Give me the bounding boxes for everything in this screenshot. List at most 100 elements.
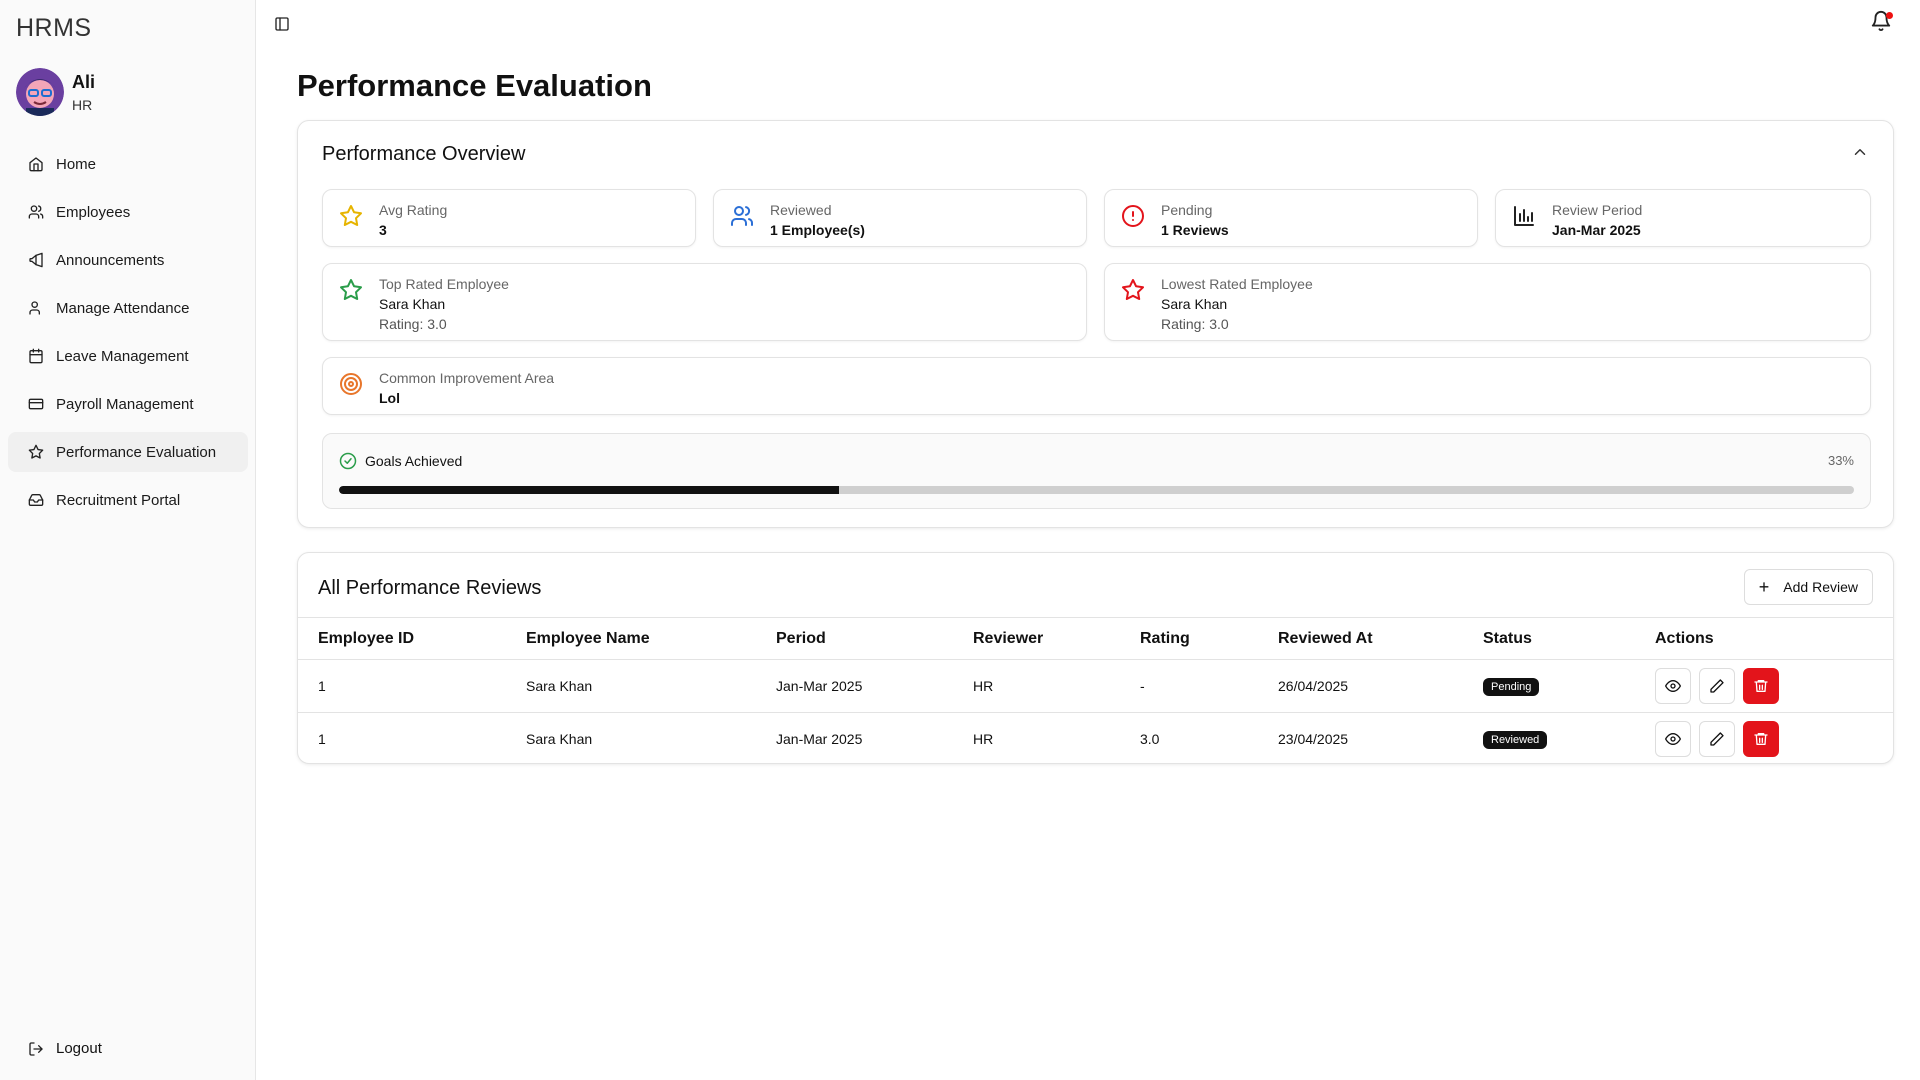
sidebar-item-manage-attendance[interactable]: Manage Attendance xyxy=(8,288,248,328)
rating-cell: - xyxy=(1120,659,1258,713)
rating-cell: 3.0 xyxy=(1140,731,1160,748)
star-icon xyxy=(339,204,363,228)
calendar-icon xyxy=(29,348,43,364)
column-header[interactable]: Period xyxy=(756,617,953,660)
reviews-title: All Performance Reviews xyxy=(318,577,542,599)
star-icon xyxy=(28,444,44,459)
stat-label: Reviewed xyxy=(770,202,832,218)
logout-label: Logout xyxy=(56,1040,102,1057)
reviewed-at-cell: 26/04/2025 xyxy=(1258,659,1463,713)
reviewer-cell: HR xyxy=(973,731,994,748)
sidebar-item-label: Payroll Management xyxy=(56,395,194,413)
review-period-stat: Review Period Jan-Mar 2025 xyxy=(1495,189,1871,247)
sidebar-item-label: Recruitment Portal xyxy=(56,491,181,509)
logout-icon xyxy=(29,1041,43,1056)
sidebar-item-label: Home xyxy=(56,155,97,173)
user-profile[interactable]: Ali HR xyxy=(16,68,95,116)
stat-label: Avg Rating xyxy=(379,202,448,218)
goals-label: Goals Achieved xyxy=(365,453,463,469)
panel-left-icon xyxy=(275,17,289,31)
sidebar-item-label: Performance Evaluation xyxy=(56,443,217,461)
edit-button[interactable] xyxy=(1699,721,1735,758)
stat-label: Pending xyxy=(1161,202,1213,218)
stat-label: Review Period xyxy=(1552,202,1643,218)
stat-label: Top Rated Employee xyxy=(379,276,509,292)
top-rated-employee-stat: Top Rated Employee Sara Khan Rating: 3.0 xyxy=(322,263,1087,341)
column-header[interactable]: Reviewer xyxy=(953,617,1120,660)
stat-label: Lowest Rated Employee xyxy=(1161,276,1313,292)
status-badge: Pending xyxy=(1483,677,1540,696)
goals-progress-bar xyxy=(339,486,1854,494)
star-icon xyxy=(1121,278,1145,302)
reviews-table: Employee ID Employee Name Period Reviewe… xyxy=(298,617,1893,766)
goals-progress-fill xyxy=(339,486,839,494)
alert-circle-icon xyxy=(1121,204,1145,228)
stat-value: 1 Reviews xyxy=(1161,222,1229,238)
period-cell: Jan-Mar 2025 xyxy=(776,731,863,748)
stat-value: Lol xyxy=(379,390,400,406)
sidebar-item-recruitment-portal[interactable]: Recruitment Portal xyxy=(8,480,248,520)
table-row: 1 Sara Khan Jan-Mar 2025 HR - 26/04/2025… xyxy=(298,659,1893,713)
lowest-rated-employee-stat: Lowest Rated Employee Sara Khan Rating: … xyxy=(1104,263,1871,341)
trash-icon xyxy=(1754,733,1768,746)
delete-button[interactable] xyxy=(1743,668,1779,704)
table-row: 1 Sara Khan Jan-Mar 2025 HR 3.0 23/04/20… xyxy=(298,713,1893,766)
performance-overview-card: Performance Overview Avg Rating 3 Review… xyxy=(297,120,1894,528)
status-cell: Pending xyxy=(1463,659,1635,713)
sidebar-item-home[interactable]: Home xyxy=(8,144,248,184)
employee-name-cell: Sara Khan xyxy=(526,731,593,748)
stat-value: 1 Employee(s) xyxy=(770,222,865,238)
column-header: Actions xyxy=(1635,617,1893,660)
sidebar-item-performance-evaluation[interactable]: Performance Evaluation xyxy=(8,432,248,472)
logout-button[interactable]: Logout xyxy=(28,1040,102,1057)
actions-cell xyxy=(1635,659,1893,713)
avatar xyxy=(16,68,64,116)
users-icon xyxy=(28,205,44,219)
user-icon xyxy=(29,301,40,315)
column-header[interactable]: Employee Name xyxy=(506,617,756,660)
sidebar-item-label: Leave Management xyxy=(56,347,189,365)
target-icon xyxy=(339,372,363,396)
user-role: HR xyxy=(72,96,93,113)
users-icon xyxy=(730,204,754,228)
add-review-label: Add Review xyxy=(1783,579,1858,595)
add-review-button[interactable]: + Add Review xyxy=(1743,569,1873,605)
inbox-icon xyxy=(28,494,44,506)
overview-title: Performance Overview xyxy=(322,143,526,165)
chevron-up-icon xyxy=(1854,149,1866,155)
eye-icon xyxy=(1665,680,1681,692)
eye-icon xyxy=(1665,733,1681,746)
sidebar-toggle-button[interactable] xyxy=(272,14,292,34)
column-header[interactable]: Reviewed At xyxy=(1258,617,1463,660)
view-button[interactable] xyxy=(1655,668,1691,704)
notifications-button[interactable] xyxy=(1870,10,1894,34)
status-badge: Reviewed xyxy=(1483,730,1548,749)
delete-button[interactable] xyxy=(1743,721,1779,758)
stat-value: Jan-Mar 2025 xyxy=(1552,222,1641,238)
performance-reviews-card: All Performance Reviews + Add Review Emp… xyxy=(297,552,1894,764)
collapse-button[interactable] xyxy=(1851,143,1869,161)
employee-name: Sara Khan xyxy=(1161,296,1228,312)
sidebar-item-payroll-management[interactable]: Payroll Management xyxy=(8,384,248,424)
column-header[interactable]: Employee ID xyxy=(298,617,506,660)
employee-id-cell: 1 xyxy=(318,731,326,748)
view-button[interactable] xyxy=(1655,721,1691,758)
column-header[interactable]: Status xyxy=(1463,617,1635,660)
status-cell: Reviewed xyxy=(1463,713,1635,766)
app-brand: HRMS xyxy=(16,14,92,42)
column-header[interactable]: Rating xyxy=(1120,617,1258,660)
actions-cell xyxy=(1635,713,1893,766)
notification-dot xyxy=(1886,12,1893,19)
sidebar-item-label: Employees xyxy=(56,203,131,221)
sidebar-item-employees[interactable]: Employees xyxy=(8,192,248,232)
edit-button[interactable] xyxy=(1699,668,1735,704)
stat-label: Common Improvement Area xyxy=(379,370,555,386)
reviewed-stat: Reviewed 1 Employee(s) xyxy=(713,189,1087,247)
reviewed-at-cell: 23/04/2025 xyxy=(1278,731,1349,748)
pencil-icon xyxy=(1710,732,1724,746)
credit-card-icon xyxy=(28,398,44,410)
sidebar-item-leave-management[interactable]: Leave Management xyxy=(8,336,248,376)
employee-id-cell: 1 xyxy=(298,659,506,713)
pencil-icon xyxy=(1710,679,1724,693)
sidebar-item-announcements[interactable]: Announcements xyxy=(8,240,248,280)
